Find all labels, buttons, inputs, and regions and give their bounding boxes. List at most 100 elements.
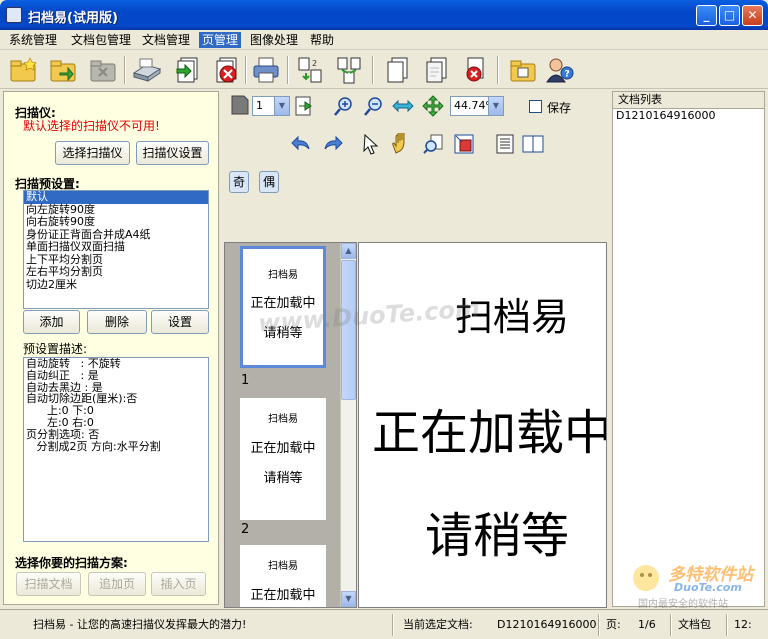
current-doc-value: D1210164916000 — [497, 618, 597, 631]
document-list-item[interactable]: D1210164916000 — [613, 109, 764, 123]
split-icon[interactable]: 2 — [295, 55, 325, 85]
preset-description: 自动旋转 : 不旋转 自动纠正 : 是 自动去黑边 : 是 自动切除边距(厘米)… — [23, 357, 209, 542]
paste-doc-icon[interactable] — [421, 55, 451, 85]
status-separator — [726, 614, 728, 636]
list-item[interactable]: 默认 — [24, 191, 208, 204]
merge-icon[interactable] — [334, 55, 364, 85]
go-page-icon[interactable] — [293, 95, 315, 117]
scan-panel: 扫描仪: 默认选择的扫描仪不可用! 选择扫描仪 扫描仪设置 扫描预设置: 默认 … — [3, 91, 219, 605]
menu-package[interactable]: 文档包管理 — [68, 32, 134, 48]
minimize-button[interactable]: _ — [696, 5, 717, 26]
list-item[interactable]: 左右平均分割页 — [24, 265, 208, 279]
toolbar-separator — [497, 56, 499, 84]
scan-document-button[interactable]: 扫描文档 — [16, 572, 81, 596]
printer-icon[interactable] — [251, 55, 281, 85]
chevron-down-icon[interactable]: ▼ — [274, 97, 289, 115]
menu-document[interactable]: 文档管理 — [139, 32, 193, 48]
page-value: 1/6 — [638, 618, 656, 631]
description-line: 左:0 右:0 — [26, 415, 94, 429]
menu-help[interactable]: 帮助 — [307, 32, 337, 48]
list-item[interactable]: 切边2厘米 — [24, 278, 208, 292]
page-select[interactable]: 1 ▼ — [252, 96, 290, 116]
svg-text:?: ? — [565, 70, 570, 80]
app-icon — [6, 7, 22, 23]
thumbnail-title: 扫档易 — [268, 561, 298, 572]
scroll-up-icon[interactable]: ▲ — [341, 243, 356, 259]
thumbnail-loading: 正在加载中 — [250, 588, 316, 603]
redo-icon[interactable] — [322, 133, 344, 155]
maximize-button[interactable]: □ — [719, 5, 740, 26]
user-help-icon[interactable]: ? — [544, 55, 574, 85]
delete-preset-button[interactable]: 删除 — [87, 310, 147, 334]
undo-icon[interactable] — [290, 133, 312, 155]
package-icon[interactable] — [508, 55, 538, 85]
zoom-select[interactable]: 44.74% ▼ — [450, 96, 504, 116]
viewer-toolbar: 1 ▼ 44.74% ▼ 保存 奇 偶 — [224, 91, 608, 241]
close-button[interactable]: ✕ — [742, 5, 763, 26]
zoom-out-icon[interactable] — [362, 95, 384, 117]
page-icon — [230, 94, 250, 116]
description-line: 自动纠正 : 是 — [26, 368, 99, 382]
menu-page[interactable]: 页管理 — [199, 32, 242, 48]
thumbnail-title: 扫档易 — [268, 270, 298, 281]
choose-scheme-label: 选择你要的扫描方案: — [15, 556, 128, 570]
status-separator — [670, 614, 672, 636]
insert-page-button[interactable]: 插入页 — [151, 572, 206, 596]
odd-pages-button[interactable]: 奇 — [229, 171, 249, 193]
thumbnail-wait: 请稍等 — [263, 471, 303, 486]
zoom-in-icon[interactable] — [332, 95, 354, 117]
pointer-icon[interactable] — [360, 133, 382, 155]
scroll-down-icon[interactable]: ▼ — [341, 591, 356, 607]
toolbar-separator — [124, 56, 126, 84]
even-pages-button[interactable]: 偶 — [259, 171, 279, 193]
package-label: 文档包 — [678, 618, 711, 631]
page-preview[interactable]: 扫档易 正在加载中 请稍等 — [358, 242, 607, 608]
preset-settings-button[interactable]: 设置 — [151, 310, 209, 334]
double-page-icon[interactable] — [522, 133, 544, 155]
menu-system[interactable]: 系统管理 — [6, 32, 60, 48]
page-label: 页: — [606, 618, 621, 631]
hand-icon[interactable] — [390, 130, 412, 155]
add-preset-button[interactable]: 添加 — [23, 310, 80, 334]
new-folder-icon[interactable] — [8, 55, 38, 85]
chevron-down-icon[interactable]: ▼ — [488, 97, 503, 115]
window-title: 扫档易(试用版) — [28, 11, 118, 26]
preview-wait: 请稍等 — [425, 508, 570, 564]
open-folder-icon[interactable] — [48, 55, 78, 85]
save-label: 保存 — [547, 101, 572, 115]
list-item[interactable]: 单面扫描仪双面扫描 — [24, 240, 208, 254]
remove-doc-icon[interactable] — [459, 55, 489, 85]
delete-page-icon[interactable] — [211, 55, 241, 85]
toolbar-separator — [372, 56, 374, 84]
toolbar-separator — [245, 56, 247, 84]
thumbnail-loading: 正在加载中 — [250, 441, 316, 456]
delete-folder-icon[interactable] — [88, 55, 118, 85]
append-page-button[interactable]: 追加页 — [88, 572, 146, 596]
page-thumbnail-2[interactable]: 扫档易 正在加载中 请稍等 — [240, 398, 326, 520]
description-line: 分割成2页 方向:水平分割 — [26, 439, 161, 453]
status-time: 12: — [734, 618, 752, 631]
menu-image[interactable]: 图像处理 — [247, 32, 301, 48]
preset-list[interactable]: 默认 向左旋转90度 向右旋转90度 身份证正背面合并成A4纸 单面扫描仪双面扫… — [23, 190, 209, 309]
description-line: 页分割选项: 否 — [26, 427, 100, 441]
single-page-icon[interactable] — [494, 133, 516, 155]
page-thumbnail-3[interactable]: 扫档易 正在加载中 — [240, 545, 326, 607]
copy-doc-icon[interactable] — [382, 55, 412, 85]
fit-width-icon[interactable] — [392, 95, 414, 117]
current-doc-label: 当前选定文档: — [403, 618, 473, 631]
list-item[interactable]: 向右旋转90度 — [24, 215, 208, 229]
thumbnail-scrollbar[interactable]: ▲ ▼ — [340, 243, 356, 607]
magnify-page-icon[interactable] — [422, 133, 444, 155]
scanner-icon[interactable] — [132, 55, 162, 85]
select-scanner-button[interactable]: 选择扫描仪 — [55, 141, 130, 165]
save-checkbox[interactable] — [529, 100, 542, 113]
scanner-settings-button[interactable]: 扫描仪设置 — [136, 141, 209, 165]
menu-bar: 系统管理 文档包管理 文档管理 页管理 图像处理 帮助 — [0, 30, 768, 50]
title-bar: 扫档易(试用版) _ □ ✕ — [0, 0, 768, 30]
crop-icon[interactable] — [453, 133, 475, 155]
svg-text:2: 2 — [312, 59, 317, 68]
thumbnail-number: 2 — [241, 522, 250, 537]
status-message: 扫档易 - 让您的高速扫描仪发挥最大的潜力! — [33, 618, 247, 631]
fit-page-icon[interactable] — [422, 95, 444, 117]
import-page-icon[interactable] — [172, 55, 202, 85]
